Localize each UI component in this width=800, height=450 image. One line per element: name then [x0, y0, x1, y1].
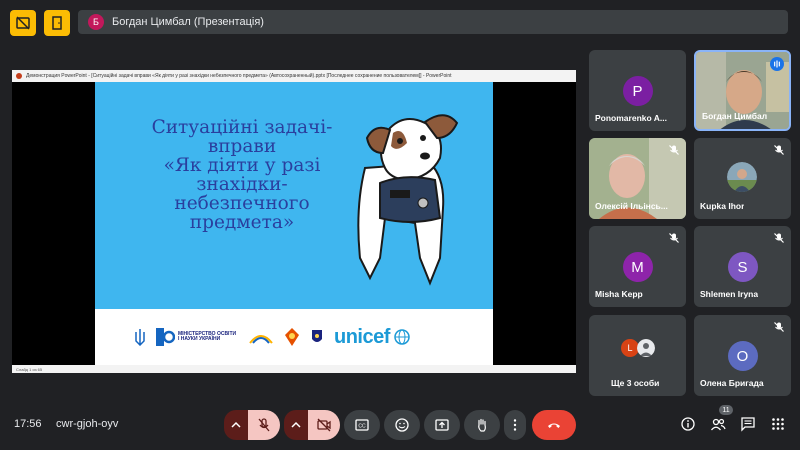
ppt-title-bar: Демонстрация PowerPoint - [Ситуаційні за…: [12, 70, 576, 82]
door-icon: [52, 16, 62, 30]
slide: Ситуаційні задачі- вправи «Як діяти у ра…: [95, 82, 493, 365]
hand-icon: [478, 418, 486, 432]
camera-toggle-button[interactable]: [308, 410, 340, 440]
ministry-emblem: [248, 327, 274, 347]
participant-name: Shlemen Iryna: [700, 289, 759, 299]
title-line: «Як діяти у разі: [163, 155, 321, 176]
camera-options-button[interactable]: [284, 410, 308, 440]
ppt-window-title: Демонстрация PowerPoint - [Ситуаційні за…: [26, 73, 452, 79]
presentation-view[interactable]: Демонстрация PowerPoint - [Ситуаційні за…: [12, 70, 576, 373]
police-icon: [312, 330, 322, 342]
unicef-text: unicef: [334, 325, 390, 348]
slide-title: Ситуаційні задачі- вправи «Як діяти у ра…: [117, 118, 367, 232]
presenter-label: Богдан Цимбал (Презентація): [112, 16, 264, 28]
more-participants-tile[interactable]: L Ще 3 особи: [589, 315, 686, 396]
ppt-status-bar: Слайд 1 из 65: [12, 365, 576, 373]
participant-tile[interactable]: P Ponomarenko A...: [589, 50, 686, 131]
title-line: небезпечного: [174, 193, 310, 214]
title-line: вправи: [207, 136, 277, 157]
clock: 17:56: [14, 418, 42, 430]
participant-avatar: O: [727, 341, 758, 371]
captions-button[interactable]: CC: [344, 410, 380, 440]
people-button[interactable]: [708, 414, 728, 434]
partner-logos: МІНІСТЕРСТВО ОСВІТИ І НАУКИ УКРАЇНИ unic…: [95, 317, 493, 357]
more-vert-icon: [513, 419, 517, 431]
ukraine-trident-icon: [135, 329, 145, 346]
mic-off-icon: [669, 145, 679, 155]
participant-photo: [637, 339, 655, 357]
participant-avatar: M: [622, 252, 653, 282]
title-line: предмета»: [189, 212, 295, 233]
ministry-mark-icon: [156, 328, 175, 346]
participant-tile[interactable]: M Misha Kepp: [589, 226, 686, 307]
speaking-indicator-icon: [770, 57, 784, 71]
participant-tile[interactable]: O Олена Бригада: [694, 315, 791, 396]
mic-off-icon: [669, 233, 679, 243]
ministry-logo: МІНІСТЕРСТВО ОСВІТИ І НАУКИ УКРАЇНИ: [155, 327, 238, 347]
participant-name: Олена Бригада: [700, 378, 764, 388]
participant-avatar: P: [622, 76, 653, 106]
hide-self-view-button[interactable]: [10, 10, 36, 36]
participant-photo: [727, 162, 757, 192]
participant-name: Misha Kepp: [595, 289, 643, 299]
leave-call-button[interactable]: [532, 410, 576, 440]
mic-off-icon: [774, 145, 784, 155]
chat-icon: [741, 417, 755, 432]
mic-toggle-button[interactable]: [248, 410, 280, 440]
raise-hand-button[interactable]: [464, 410, 500, 440]
people-icon: [710, 418, 726, 431]
chevron-up-icon: [291, 421, 301, 428]
layout-button[interactable]: [44, 10, 70, 36]
svg-text:CC: CC: [358, 424, 366, 430]
mic-options-button[interactable]: [224, 410, 248, 440]
info-icon: [681, 417, 695, 431]
unicef-globe-icon: [394, 329, 410, 345]
participant-name: Ponomarenko A...: [595, 113, 667, 123]
powerpoint-icon: [16, 73, 22, 79]
presenter-banner: Б Богдан Цимбал (Презентація): [78, 10, 788, 34]
participant-name: Kupka Ihor: [700, 201, 745, 211]
camera-off-icon: [317, 418, 331, 432]
present-button[interactable]: [424, 410, 460, 440]
dog-illustration: [357, 114, 459, 286]
participant-avatar: S: [727, 252, 758, 282]
chat-button[interactable]: [738, 414, 758, 434]
emoji-icon: [395, 418, 409, 432]
participant-tile[interactable]: Богдан Цимбал: [694, 50, 791, 131]
captions-icon: CC: [355, 419, 369, 431]
picture-off-icon: [16, 16, 30, 30]
reactions-button[interactable]: [384, 410, 420, 440]
participant-tile[interactable]: Kupka Ihor: [694, 138, 791, 219]
participant-name: Богдан Цимбал: [702, 111, 768, 121]
unicef-logo: unicef: [334, 326, 411, 349]
mic-off-icon: [258, 418, 270, 432]
participant-tile[interactable]: Олексій Ільінсь...: [589, 138, 686, 219]
participant-tile[interactable]: S Shlemen Iryna: [694, 226, 791, 307]
chevron-up-icon: [231, 421, 241, 428]
participant-name: Ще 3 особи: [611, 378, 660, 388]
mic-off-icon: [774, 322, 784, 332]
activities-button[interactable]: [768, 414, 788, 434]
more-options-button[interactable]: [504, 410, 526, 440]
participant-name: Олексій Ільінсь...: [595, 201, 668, 211]
mic-off-icon: [774, 233, 784, 243]
ministry-text: МІНІСТЕРСТВО ОСВІТИ І НАУКИ УКРАЇНИ: [178, 330, 237, 342]
apps-grid-icon: [772, 418, 784, 430]
title-line: знахідки-: [196, 174, 288, 195]
slide-counter: Слайд 1 из 65: [16, 366, 43, 372]
hang-up-icon: [548, 423, 560, 428]
present-screen-icon: [435, 419, 449, 431]
meeting-code: cwr-gjoh-oyv: [56, 418, 119, 430]
meeting-details-button[interactable]: [678, 414, 698, 434]
emergency-service-icon: [285, 328, 299, 346]
title-line: Ситуаційні задачі-: [151, 117, 333, 138]
presenter-avatar: Б: [88, 14, 104, 30]
